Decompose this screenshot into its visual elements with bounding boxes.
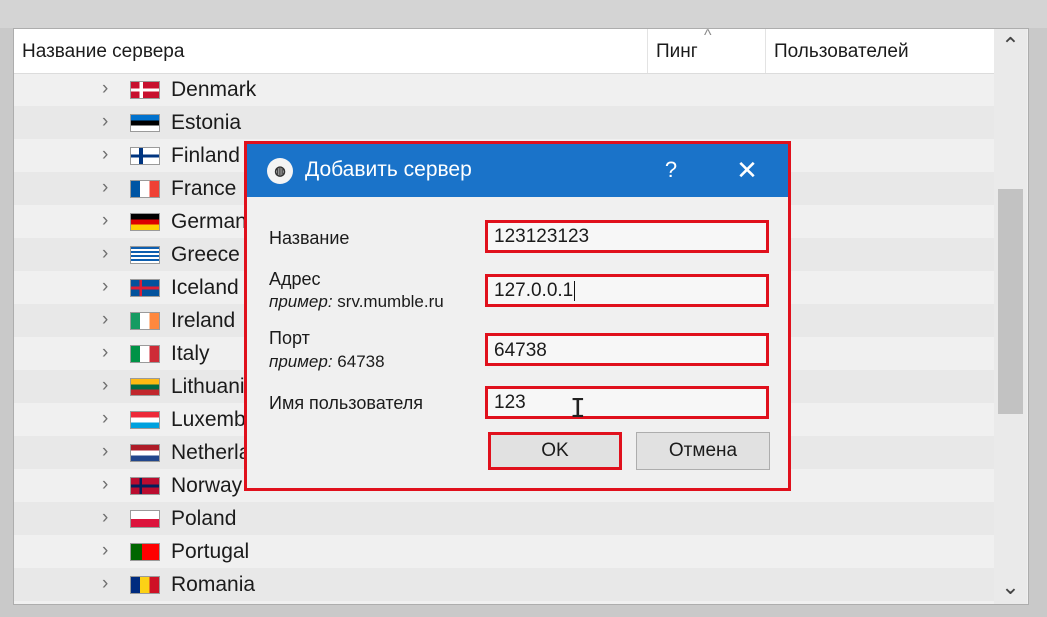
cancel-button[interactable]: Отмена [636, 432, 770, 470]
country-row[interactable]: › Romania [14, 568, 994, 601]
address-input[interactable]: 127.0.0.1 [485, 274, 769, 307]
expand-chevron-icon[interactable]: › [102, 111, 108, 133]
country-label: Finland [171, 144, 240, 167]
country-label: Ireland [171, 309, 236, 332]
expand-chevron-icon[interactable]: › [102, 540, 108, 562]
country-row[interactable]: › Portugal [14, 535, 994, 568]
address-example: пример: srv.mumble.ru [269, 292, 444, 312]
address-example-prefix: пример: [269, 292, 333, 311]
flag-romania-icon [130, 576, 160, 594]
flag-estonia-icon [130, 114, 160, 132]
country-label: Greece [171, 243, 240, 266]
scroll-down-icon[interactable]: ⌄ [994, 574, 1027, 600]
address-label: Адрес [269, 269, 321, 289]
country-label: France [171, 177, 237, 200]
expand-chevron-icon[interactable]: › [102, 243, 108, 265]
country-label: Estonia [171, 111, 242, 134]
flag-luxembourg-icon [130, 411, 160, 429]
expand-chevron-icon[interactable]: › [102, 78, 108, 100]
country-row[interactable]: › Denmark [14, 73, 994, 106]
expand-chevron-icon[interactable]: › [102, 441, 108, 463]
flag-denmark-icon [130, 81, 160, 99]
flag-ireland-icon [130, 312, 160, 330]
column-header-users[interactable]: Пользователей [765, 29, 994, 73]
window-top-strip [0, 0, 1047, 28]
port-input[interactable]: 64738 [485, 333, 769, 366]
flag-france-icon [130, 180, 160, 198]
help-button[interactable]: ? [651, 153, 691, 187]
port-label: Порт [269, 328, 310, 348]
flag-finland-icon [130, 147, 160, 165]
expand-chevron-icon[interactable]: › [102, 573, 108, 595]
expand-chevron-icon[interactable]: › [102, 507, 108, 529]
flag-poland-icon [130, 510, 160, 528]
username-label: Имя пользователя [269, 393, 424, 413]
flag-greece-icon [130, 246, 160, 264]
port-example-prefix: пример: [269, 352, 333, 371]
column-header-server-name[interactable]: Название сервера [14, 29, 647, 73]
dialog-titlebar: ◍ Добавить сервер ? ✕ [247, 144, 788, 197]
country-label: Poland [171, 507, 237, 530]
country-row[interactable]: › Estonia [14, 106, 994, 139]
country-label: Norway [171, 474, 243, 497]
username-input[interactable]: 123 [485, 386, 769, 419]
flag-norway-icon [130, 477, 160, 495]
address-value: 127.0.0.1 [494, 280, 574, 301]
expand-chevron-icon[interactable]: › [102, 177, 108, 199]
port-example-value: 64738 [337, 352, 385, 371]
flag-portugal-icon [130, 543, 160, 561]
expand-chevron-icon[interactable]: › [102, 474, 108, 496]
ok-button[interactable]: OK [488, 432, 622, 470]
expand-chevron-icon[interactable]: › [102, 144, 108, 166]
close-button[interactable]: ✕ [727, 153, 767, 187]
country-label: Denmark [171, 78, 257, 101]
country-row[interactable]: › Poland [14, 502, 994, 535]
address-example-value: srv.mumble.ru [337, 292, 444, 311]
flag-lithuania-icon [130, 378, 160, 396]
expand-chevron-icon[interactable]: › [102, 276, 108, 298]
expand-chevron-icon[interactable]: › [102, 408, 108, 430]
text-caret [574, 280, 576, 301]
flag-netherlands-icon [130, 444, 160, 462]
scroll-up-icon[interactable]: ⌃ [994, 33, 1027, 59]
mumble-app-icon: ◍ [267, 158, 293, 184]
country-label: Portugal [171, 540, 250, 563]
name-label: Название [269, 228, 350, 248]
expand-chevron-icon[interactable]: › [102, 210, 108, 232]
country-label: Italy [171, 342, 210, 365]
flag-iceland-icon [130, 279, 160, 297]
expand-chevron-icon[interactable]: › [102, 309, 108, 331]
country-label: Iceland [171, 276, 239, 299]
port-example: пример: 64738 [269, 352, 385, 372]
country-label: Romania [171, 573, 256, 596]
dialog-title: Добавить сервер [305, 158, 472, 181]
add-server-dialog: ◍ Добавить сервер ? ✕ Название 123123123… [244, 141, 791, 491]
flag-germany-icon [130, 213, 160, 231]
name-input[interactable]: 123123123 [485, 220, 769, 253]
vertical-scrollbar[interactable]: ⌃ ⌄ [994, 29, 1027, 604]
flag-italy-icon [130, 345, 160, 363]
sort-ascending-icon: ^ [704, 27, 712, 44]
text-cursor-icon: I [570, 394, 586, 424]
expand-chevron-icon[interactable]: › [102, 342, 108, 364]
server-list-header: Название сервера Пинг Пользователей ^ [14, 27, 994, 74]
expand-chevron-icon[interactable]: › [102, 375, 108, 397]
scrollbar-thumb[interactable] [998, 189, 1023, 414]
